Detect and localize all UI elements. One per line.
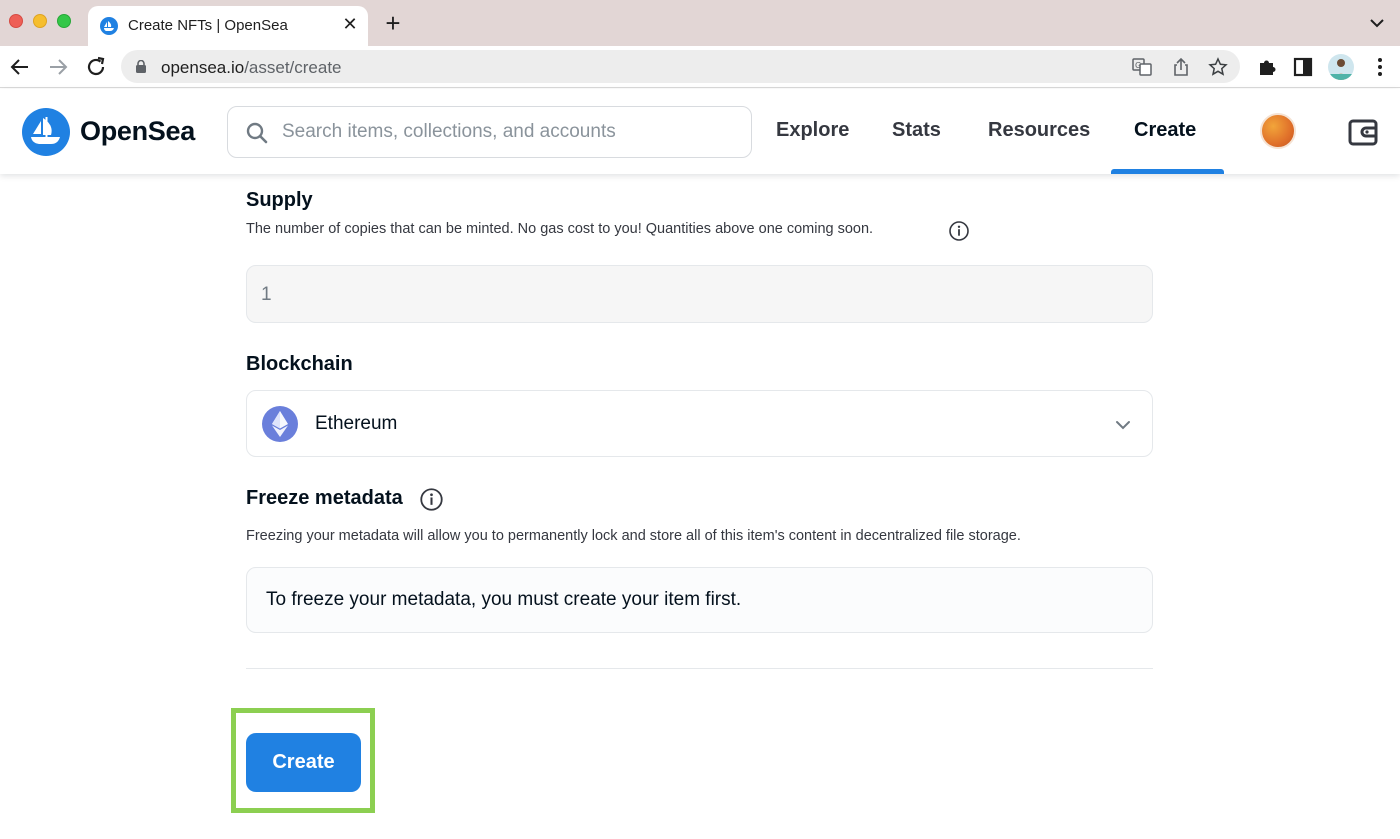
address-bar[interactable]: opensea.io/asset/create G (121, 50, 1240, 83)
freeze-metadata-label: Freeze metadata (246, 487, 403, 509)
browser-tab-active[interactable]: Create NFTs | OpenSea ✕ (88, 6, 368, 46)
side-panel-icon[interactable] (1292, 56, 1314, 78)
freeze-metadata-notice: To freeze your metadata, you must create… (266, 589, 742, 610)
url-text: opensea.io/asset/create (161, 58, 342, 78)
share-icon[interactable] (1171, 57, 1191, 77)
search-box[interactable] (227, 106, 752, 158)
supply-label: Supply (246, 189, 313, 211)
new-tab-button[interactable]: + (382, 10, 404, 36)
create-button[interactable]: Create (246, 733, 361, 792)
chevron-down-icon (1116, 421, 1130, 430)
browser-toolbar: opensea.io/asset/create G (0, 46, 1400, 88)
translate-icon[interactable]: G (1132, 57, 1152, 77)
back-arrow-icon[interactable] (8, 55, 32, 79)
supply-value: 1 (261, 284, 272, 305)
kebab-menu-icon[interactable] (1369, 56, 1391, 78)
lock-icon (136, 60, 146, 73)
bookmark-star-icon[interactable] (1208, 57, 1228, 77)
create-form: Supply The number of copies that can be … (0, 174, 1400, 839)
opensea-logo-icon[interactable] (22, 108, 70, 156)
active-nav-indicator (1111, 169, 1224, 174)
window-zoom-button[interactable] (57, 14, 71, 28)
tab-title: Create NFTs | OpenSea (128, 17, 288, 34)
tab-close-icon[interactable]: ✕ (340, 14, 360, 34)
search-icon (246, 122, 268, 144)
supply-info-icon[interactable] (948, 220, 970, 242)
form-divider (246, 668, 1153, 669)
blockchain-selected-value: Ethereum (315, 413, 398, 434)
reload-icon[interactable] (84, 55, 108, 79)
ethereum-icon (262, 406, 298, 442)
window-close-button[interactable] (9, 14, 23, 28)
freeze-info-icon[interactable] (419, 487, 444, 512)
wallet-icon[interactable] (1347, 116, 1379, 148)
freeze-metadata-notice-box: To freeze your metadata, you must create… (246, 567, 1153, 633)
opensea-header: OpenSea Explore Stats Resources Create (0, 89, 1400, 174)
url-path: /asset/create (244, 58, 342, 77)
freeze-metadata-description: Freezing your metadata will allow you to… (246, 528, 1021, 544)
nav-stats[interactable]: Stats (892, 119, 941, 142)
extensions-puzzle-icon[interactable] (1256, 56, 1278, 78)
supply-input[interactable]: 1 (246, 265, 1153, 323)
supply-description: The number of copies that can be minted.… (246, 221, 874, 237)
window-minimize-button[interactable] (33, 14, 47, 28)
forward-arrow-icon[interactable] (46, 55, 70, 79)
url-host: opensea.io (161, 58, 245, 77)
browser-tab-strip: Create NFTs | OpenSea ✕ + (0, 0, 1400, 46)
search-input[interactable] (282, 119, 732, 145)
nav-explore[interactable]: Explore (776, 119, 849, 142)
svg-text:G: G (1135, 61, 1141, 70)
opensea-favicon-icon (100, 17, 118, 35)
tab-search-chevron-icon[interactable] (1368, 14, 1386, 32)
nav-resources[interactable]: Resources (988, 119, 1090, 142)
blockchain-label: Blockchain (246, 353, 353, 375)
profile-avatar[interactable] (1328, 54, 1354, 80)
nav-create[interactable]: Create (1134, 119, 1196, 142)
brand-name[interactable]: OpenSea (80, 116, 195, 147)
blockchain-select[interactable]: Ethereum (246, 390, 1153, 457)
account-avatar[interactable] (1260, 113, 1296, 149)
